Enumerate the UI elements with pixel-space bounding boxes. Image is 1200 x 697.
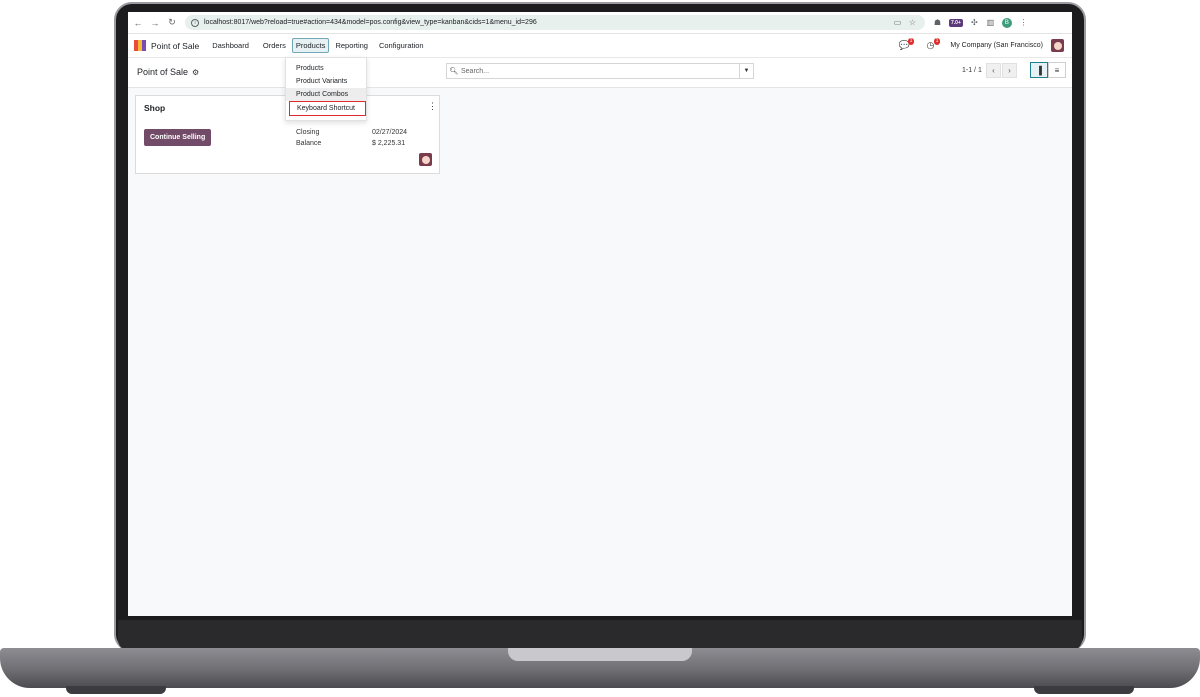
closing-value: 02/27/2024 — [372, 129, 408, 136]
messages-badge: 1 — [907, 37, 915, 45]
breadcrumb: Point of Sale ⚙ — [137, 67, 199, 77]
address-bar[interactable]: i localhost:8017/web?reload=true#action=… — [185, 15, 925, 30]
user-avatar[interactable] — [1051, 39, 1064, 52]
profile-avatar[interactable]: B — [1001, 17, 1012, 28]
menu-dashboard[interactable]: Dashboard — [209, 39, 252, 52]
dropdown-item-product-variants[interactable]: Product Variants — [286, 75, 366, 88]
pos-logo-icon[interactable] — [134, 40, 146, 51]
page-title: Point of Sale — [137, 67, 189, 77]
app-name[interactable]: Point of Sale — [151, 41, 199, 51]
gear-icon[interactable]: ⚙ — [192, 68, 199, 77]
laptop-notch — [508, 648, 692, 661]
responsible-avatar[interactable] — [419, 153, 432, 166]
products-dropdown-menu: Products Product Variants Product Combos… — [285, 57, 367, 121]
kebab-menu-icon[interactable]: ⋮ — [1019, 18, 1028, 27]
extensions-puzzle-icon[interactable]: ✣ — [970, 18, 979, 27]
dropdown-item-keyboard-shortcut[interactable]: Keyboard Shortcut — [289, 101, 366, 116]
site-info-icon[interactable]: i — [191, 18, 199, 27]
app-navbar: Point of Sale Dashboard Orders Products … — [128, 34, 1072, 58]
list-view-icon[interactable]: ≡ — [1048, 62, 1066, 78]
screen: ← → ↻ i localhost:8017/web?reload=true#a… — [128, 12, 1072, 616]
url-text: localhost:8017/web?reload=true#action=43… — [204, 19, 537, 26]
bookmark-star-icon[interactable]: ☆ — [908, 18, 917, 27]
activity-clock-icon[interactable]: ◷ 1 — [924, 37, 941, 52]
laptop-foot-left — [66, 686, 166, 694]
control-panel: Point of Sale ⚙ 🔍︎ Search... ▼ 1-1 / 1 ‹… — [128, 58, 1072, 88]
laptop-bezel — [118, 620, 1082, 650]
continue-selling-button[interactable]: Continue Selling — [144, 129, 212, 146]
balance-value: $ 2,225.31 — [372, 140, 406, 147]
menu-products[interactable]: Products — [291, 38, 330, 53]
dropdown-item-product-combos[interactable]: Product Combos — [286, 88, 366, 101]
menu-reporting[interactable]: Reporting — [332, 39, 371, 52]
browser-toolbar: ← → ↻ i localhost:8017/web?reload=true#a… — [128, 12, 1072, 34]
laptop-foot-right — [1034, 686, 1134, 694]
menu-orders[interactable]: Orders — [260, 39, 289, 52]
reload-icon[interactable]: ↻ — [165, 16, 179, 30]
cast-icon[interactable]: ▭ — [893, 18, 902, 27]
back-icon[interactable]: ← — [131, 16, 145, 30]
dropdown-item-products[interactable]: Products — [286, 62, 366, 75]
pager-value[interactable]: 1-1 / 1 — [962, 67, 982, 74]
extension-badge[interactable]: 7.0+ — [949, 18, 963, 27]
forward-icon[interactable]: → — [148, 16, 162, 30]
balance-label: Balance — [296, 140, 322, 147]
card-title: Shop — [144, 103, 166, 113]
company-switcher[interactable]: My Company (San Francisco) — [950, 42, 1043, 49]
search-icon[interactable]: 🔍︎ — [447, 67, 461, 75]
pager-previous-icon[interactable]: ‹ — [986, 63, 1001, 78]
menu-configuration[interactable]: Configuration — [376, 39, 427, 52]
messages-icon[interactable]: 💬 1 — [898, 37, 915, 52]
search-input[interactable]: Search... — [461, 68, 489, 75]
activity-badge: 1 — [933, 37, 941, 45]
search-bar[interactable]: 🔍︎ Search... ▼ — [446, 63, 754, 79]
odoo-extension-icon[interactable]: ☗ — [933, 18, 942, 27]
closing-label: Closing — [296, 129, 320, 136]
kanban-view-icon[interactable]: ▐ — [1030, 62, 1048, 78]
card-menu-icon[interactable]: ⋮ — [428, 101, 437, 112]
pager-next-icon[interactable]: › — [1002, 63, 1017, 78]
search-options-toggle-icon[interactable]: ▼ — [739, 64, 753, 78]
sidepanel-icon[interactable]: ▥ — [986, 18, 995, 27]
